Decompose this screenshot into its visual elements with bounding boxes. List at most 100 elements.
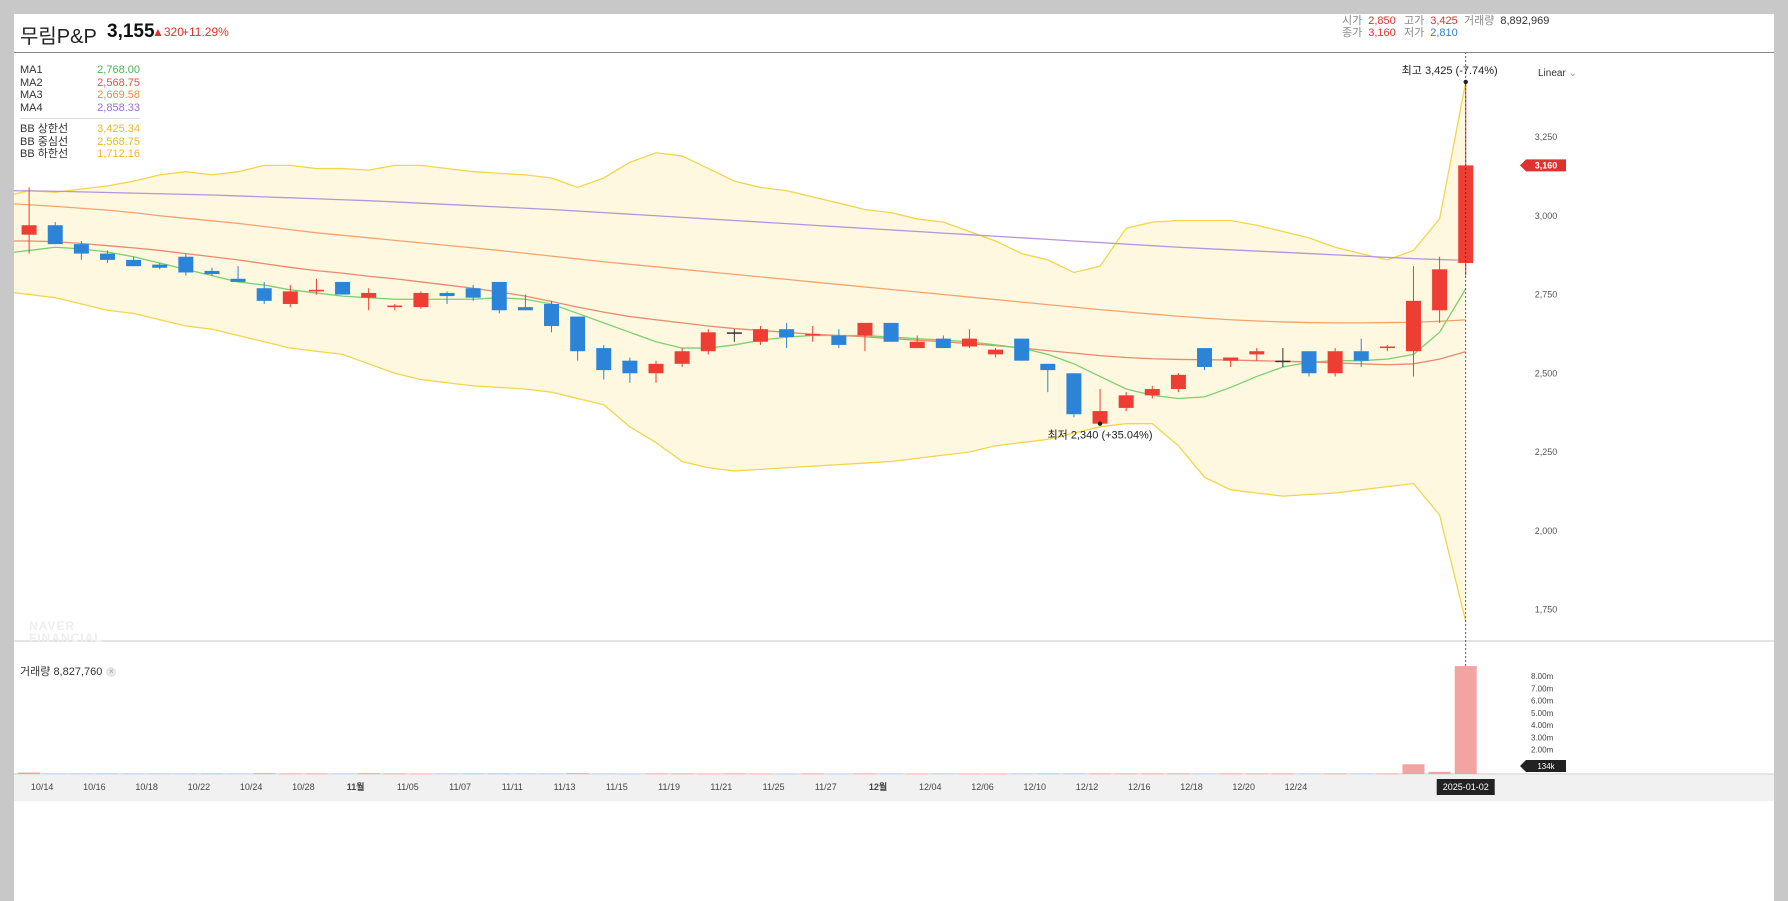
legend-ma2[interactable]: MA2 2,568.75 [20,77,140,90]
quote-volume: 거래량 8,892,969 [1464,12,1549,28]
legend-bb-middle-name: BB 중심선 [20,135,69,148]
volume-bar [1428,771,1451,774]
y-tick-label: 3,000 [1535,211,1558,221]
y-tick-label: 2,000 [1535,526,1558,536]
candle-body [1379,346,1395,349]
volume-bar [932,773,955,775]
volume-bar [645,773,667,775]
y-tick-label: 2,500 [1535,368,1558,378]
candle-body [21,225,37,235]
legend-ma1-name: MA1 [20,64,43,76]
candle-body [126,259,142,267]
naver-financial-watermark: NAVER FINANCIAL [29,620,103,644]
legend-bb-middle[interactable]: BB 중심선 2,568.75 [20,136,140,149]
volume-bar [1219,773,1242,775]
candle-body [178,256,194,273]
volume-bar [514,773,537,775]
quote-close: 종가 3,160 [1342,24,1396,40]
quote-volume-value: 8,892,969 [1500,15,1550,27]
volume-bar [618,773,641,775]
volume-bar [540,773,563,775]
min-marker [1097,421,1103,426]
x-tick-label: 12/04 [919,782,942,792]
watermark-line-2: FINANCIAL [29,631,103,645]
x-tick-label: 12/10 [1023,782,1046,792]
x-tick-label: 12/06 [971,782,994,792]
candle-body [961,338,977,347]
candle-body [1275,360,1291,363]
candle-body [465,288,481,298]
volume-tick-label: 7.00m [1531,684,1554,693]
candle-body [570,316,586,352]
legend-ma3-name: MA3 [20,89,43,101]
volume-bar [1271,773,1294,775]
candle-body [517,307,533,311]
x-tick-label: 12/20 [1232,782,1255,792]
candle-body [413,292,429,308]
volume-bar [18,772,41,774]
volume-bar [801,773,824,775]
close-icon[interactable]: × [106,667,117,678]
volume-tick-label: 8.00m [1531,672,1554,681]
candle-body [1118,395,1134,408]
change-rate: +11.29% [182,25,229,39]
candle-body [99,253,115,260]
volume-bar [488,773,511,775]
volume-bar [1167,773,1190,775]
volume-legend-label: 거래량 [20,666,51,678]
volume-tick-label: 4.00m [1531,721,1554,730]
stock-name[interactable]: 무림P&P [20,20,97,49]
quote-volume-label: 거래량 [1464,15,1495,27]
volume-bar [723,773,746,775]
price-chart[interactable]: 최고 3,425 (-7.74%) 최저 2,340 (+35.04%) 1,750… [14,14,1774,901]
volume-bar [383,773,406,775]
x-tick-label: 10/24 [240,782,263,792]
quote-low-label: 저가 [1404,27,1425,39]
legend-ma2-name: MA2 [20,76,43,89]
legend-ma4-name: MA4 [20,101,43,114]
legend-bb-lower[interactable]: BB 하한선 1,712.16 [20,148,140,161]
y-tick-label: 2,750 [1535,290,1558,300]
volume-bar [279,773,302,775]
legend-bb-middle-value: 2,568.75 [97,135,140,148]
legend-divider [20,118,140,119]
x-tick-label: 12/18 [1180,782,1203,792]
x-tick-label: 10/18 [135,782,158,792]
quote-close-value: 3,160 [1368,27,1396,39]
scale-mode-dropdown[interactable]: Linear ⌄ [1538,68,1577,79]
candle-body [308,289,324,292]
candle-body [491,281,507,311]
x-tick-label: 10/28 [292,782,315,792]
quote-close-label: 종가 [1342,27,1363,39]
x-tick-label: 12/16 [1128,782,1151,792]
candle-body [230,278,246,282]
volume-bar [227,773,250,775]
volume-bar [984,773,1007,775]
volume-bar [1036,773,1059,775]
volume-bar [174,773,197,775]
legend-bb-upper[interactable]: BB 상한선 3,425.34 [20,123,140,136]
legend-ma3[interactable]: MA3 2,669.58 [20,89,140,102]
candle-body [1197,348,1213,367]
volume-bar [880,773,903,775]
candle-body [674,351,690,364]
volume-tick-label: 6.00m [1531,697,1554,706]
x-tick-label: 11/07 [449,782,471,792]
legend-ma1[interactable]: MA1 2,768.00 [20,64,140,77]
scale-mode-label: Linear [1538,68,1566,79]
candle-body [935,338,951,349]
volume-bar [697,773,720,775]
y-tick-label: 1,750 [1535,605,1558,615]
candle-body [1040,363,1056,371]
volume-bar [70,773,93,775]
legend-ma4-value: 2,858.33 [97,101,140,114]
candle-body [805,333,821,336]
x-tick-label: 11/05 [397,782,419,792]
candle-body [1249,351,1265,355]
legend-ma4[interactable]: MA4 2,858.33 [20,102,140,115]
candle-body [335,281,351,295]
volume-bar [853,773,876,775]
volume-bar [1454,666,1477,774]
quote-low: 저가 2,810 [1404,24,1458,40]
x-tick-label: 11/25 [763,782,785,792]
